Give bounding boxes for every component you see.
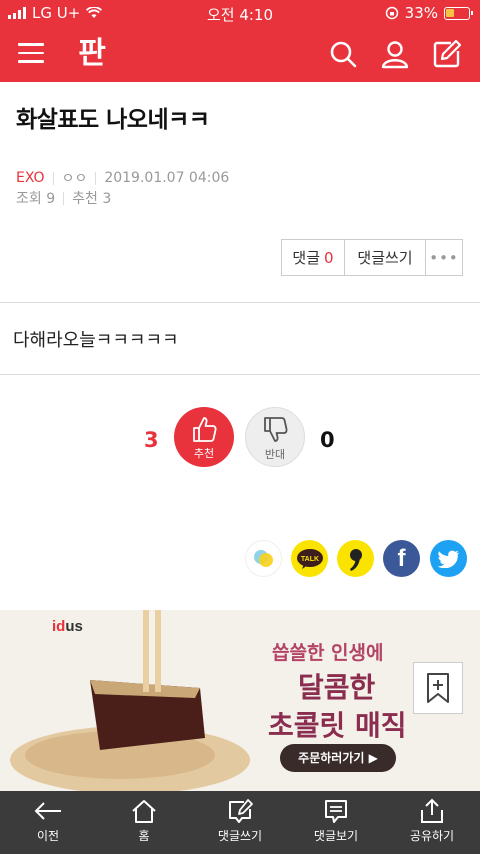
view-count: 조회 9 bbox=[16, 191, 56, 207]
comma-icon bbox=[349, 548, 362, 571]
downvote-count: 0 bbox=[320, 428, 335, 452]
ad-banner[interactable]: idus 씁쓸한 인생에 달콤한 초콜릿 매직 주문하러가기 ▶ bbox=[0, 610, 480, 791]
nav-view-comments[interactable]: 댓글보기 bbox=[288, 791, 384, 854]
meta-divider bbox=[95, 171, 97, 185]
comment-label: 댓글 bbox=[292, 249, 321, 267]
app-logo[interactable]: 판 bbox=[72, 34, 112, 74]
comment-count-button[interactable]: 댓글 0 bbox=[282, 240, 345, 275]
meta-divider bbox=[52, 171, 54, 185]
post-author: ㅇㅇ bbox=[61, 171, 88, 187]
divider bbox=[0, 374, 480, 375]
kakaotalk-icon: TALK bbox=[296, 548, 323, 569]
facebook-share-button[interactable]: f bbox=[383, 540, 420, 577]
comment-count: 0 bbox=[324, 248, 334, 267]
divider bbox=[0, 302, 480, 303]
post-stats: 조회 9 추천 3 bbox=[16, 188, 111, 208]
battery-percent: 33% bbox=[404, 4, 438, 22]
post-body: 다해라오늘ㅋㅋㅋㅋㅋ bbox=[13, 330, 179, 351]
share-icon bbox=[421, 798, 443, 823]
post-meta: EXO ㅇㅇ 2019.01.07 04:06 bbox=[16, 168, 229, 188]
recommend-button[interactable]: 추천 bbox=[174, 407, 234, 467]
post-datetime: 2019.01.07 04:06 bbox=[104, 170, 230, 186]
comments-icon bbox=[325, 800, 347, 823]
svg-text:TALK: TALK bbox=[300, 556, 318, 563]
bottom-navigation-bar: 이전 홈 댓글쓰기 댓글보기 공유하기 bbox=[0, 791, 480, 854]
search-icon[interactable] bbox=[327, 38, 359, 70]
meta-divider bbox=[63, 191, 65, 205]
bookmark-button[interactable] bbox=[413, 662, 463, 714]
thumbs-down-icon bbox=[264, 417, 288, 442]
user-icon[interactable] bbox=[379, 38, 411, 70]
nav-home[interactable]: 홈 bbox=[96, 791, 192, 854]
home-icon bbox=[132, 800, 156, 823]
status-bar: LG U+ 오전 4:10 33% bbox=[0, 0, 480, 26]
nav-share-label: 공유하기 bbox=[409, 829, 455, 843]
kakaostory-share-button[interactable] bbox=[245, 540, 282, 577]
ad-cta-button[interactable]: 주문하러가기 ▶ bbox=[280, 744, 396, 772]
write-comment-icon bbox=[229, 799, 253, 823]
kakaotalk-share-button[interactable]: TALK bbox=[291, 540, 328, 577]
kakaostory-icon bbox=[253, 549, 273, 567]
facebook-icon: f bbox=[397, 544, 406, 572]
nav-view-comments-label: 댓글보기 bbox=[313, 829, 359, 843]
ad-headline-2: 초콜릿 매직 bbox=[268, 709, 407, 742]
battery-icon bbox=[444, 6, 473, 20]
ad-headline: 달콤한 bbox=[298, 671, 376, 704]
nav-home-label: 홈 bbox=[138, 829, 150, 843]
oppose-button[interactable]: 반대 bbox=[245, 407, 305, 467]
comma-share-button[interactable] bbox=[337, 540, 374, 577]
post-title: 화살표도 나오네ㅋㅋ bbox=[16, 107, 210, 133]
nav-back[interactable]: 이전 bbox=[0, 791, 96, 854]
recommend-label: 추천 bbox=[193, 447, 215, 460]
nav-share[interactable]: 공유하기 bbox=[384, 791, 480, 854]
twitter-share-button[interactable] bbox=[430, 540, 467, 577]
thumbs-up-icon bbox=[193, 417, 217, 442]
recommend-count: 추천 3 bbox=[72, 191, 112, 207]
back-arrow-icon bbox=[34, 802, 61, 820]
top-navigation-bar: 판 bbox=[0, 26, 480, 82]
orientation-lock-icon bbox=[385, 6, 398, 20]
nav-write-comment-label: 댓글쓰기 bbox=[217, 829, 263, 843]
ad-dessert-image bbox=[10, 610, 250, 791]
ad-subheadline: 씁쓸한 인생에 bbox=[272, 642, 384, 664]
twitter-icon bbox=[437, 550, 459, 568]
post-actions: 댓글 0 댓글쓰기 ••• bbox=[281, 239, 463, 276]
oppose-label: 반대 bbox=[264, 448, 286, 461]
menu-icon[interactable] bbox=[18, 43, 44, 65]
nav-write-comment[interactable]: 댓글쓰기 bbox=[192, 791, 288, 854]
nav-back-label: 이전 bbox=[36, 829, 60, 843]
upvote-count: 3 bbox=[144, 428, 159, 452]
write-icon[interactable] bbox=[431, 38, 463, 70]
post-category[interactable]: EXO bbox=[16, 170, 45, 186]
write-comment-button[interactable]: 댓글쓰기 bbox=[345, 240, 426, 275]
bookmark-add-icon bbox=[427, 673, 449, 703]
more-options-button[interactable]: ••• bbox=[426, 240, 462, 275]
